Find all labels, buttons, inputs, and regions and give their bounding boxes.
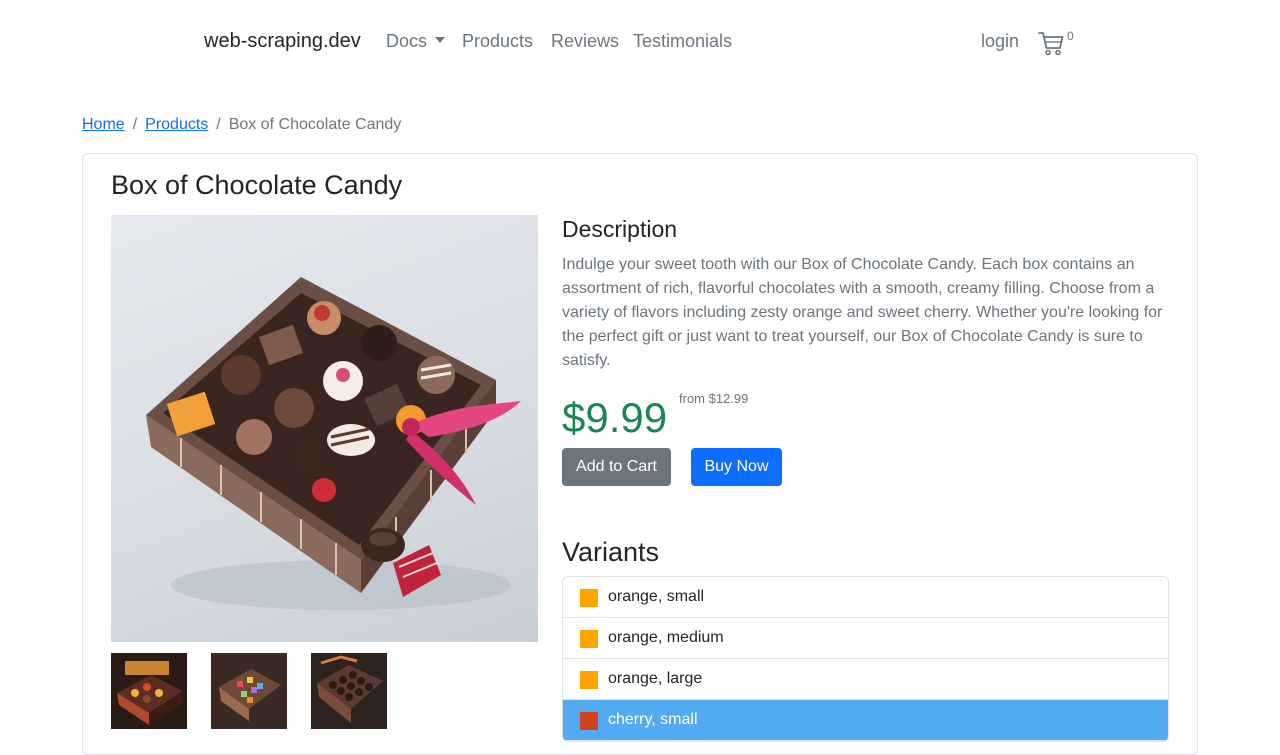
breadcrumb-separator: /	[216, 116, 221, 133]
breadcrumb-separator: /	[132, 116, 138, 133]
cart-icon[interactable]	[1037, 29, 1065, 57]
color-swatch	[580, 630, 598, 648]
add-to-cart-button[interactable]: Add to Cart	[562, 448, 671, 486]
variant-label: orange, medium	[608, 629, 724, 646]
breadcrumb-products[interactable]: Products	[145, 116, 208, 133]
breadcrumb-current: Box of Chocolate Candy	[228, 116, 402, 133]
color-swatch	[580, 712, 598, 730]
product-price: $9.99	[562, 394, 668, 441]
variant-label: orange, large	[608, 670, 703, 687]
product-description: Indulge your sweet tooth with our Box of…	[562, 256, 1163, 369]
cart-count: 0	[1067, 29, 1074, 43]
variant-item[interactable]: orange, small	[563, 577, 1168, 618]
buy-now-button[interactable]: Buy Now	[691, 448, 782, 486]
variant-item[interactable]: orange, large	[563, 659, 1168, 700]
nav-reviews[interactable]: Reviews	[551, 31, 619, 52]
description-heading: Description	[562, 216, 678, 242]
product-price-from: from $12.99	[679, 391, 749, 406]
color-swatch	[580, 671, 598, 689]
color-swatch	[580, 589, 598, 607]
variants-heading: Variants	[562, 537, 660, 567]
product-title: Box of Chocolate Candy	[111, 170, 403, 200]
product-main-image	[111, 215, 538, 642]
product-thumbnail[interactable]	[111, 653, 187, 729]
variant-label: orange, small	[608, 588, 705, 605]
product-thumbnail[interactable]	[211, 653, 287, 729]
nav-products[interactable]: Products	[462, 31, 533, 52]
nav-testimonials[interactable]: Testimonials	[633, 31, 732, 52]
product-thumbnail[interactable]	[311, 653, 387, 729]
variant-item[interactable]: orange, medium	[563, 618, 1168, 659]
breadcrumb: Home / Products / Box of Chocolate Candy	[82, 116, 401, 134]
variant-item-selected[interactable]: cherry, small	[563, 700, 1168, 741]
brand-link[interactable]: web-scraping.dev	[204, 30, 361, 53]
variant-label: cherry, small	[608, 711, 698, 728]
variants-list: orange, small orange, medium orange, lar…	[562, 576, 1169, 742]
navbar: web-scraping.dev Docs Products Reviews T…	[0, 0, 1280, 84]
login-link[interactable]: login	[981, 31, 1019, 52]
chevron-down-icon	[435, 37, 446, 43]
nav-docs-dropdown[interactable]: Docs	[386, 31, 446, 52]
nav-docs-label: Docs	[386, 31, 428, 51]
breadcrumb-home[interactable]: Home	[82, 116, 125, 133]
